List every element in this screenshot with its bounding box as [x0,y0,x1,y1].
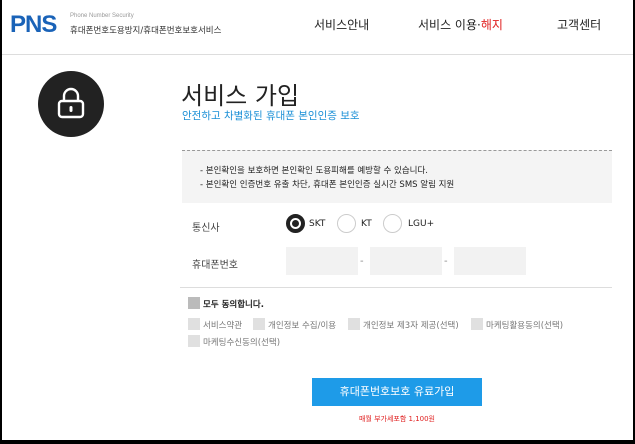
agree-third-party-checkbox[interactable] [348,318,360,330]
agree-privacy-collect-label[interactable]: 개인정보 수집/이용 [268,319,336,331]
agree-all-checkbox[interactable] [188,297,200,309]
agree-all-label[interactable]: 모두 동의합니다. [203,298,264,310]
carrier-skt-label[interactable]: SKT [309,219,325,229]
agree-terms-label[interactable]: 서비스약관 [203,319,242,331]
page: PNS Phone Number Security 휴대폰번호도용방지/휴대폰번… [0,0,633,440]
nav-support[interactable]: 고객센터 [557,16,601,33]
carrier-lgu-radio[interactable] [383,214,402,233]
agree-marketing-receive-checkbox[interactable] [188,335,200,347]
nav-service-use-cancel[interactable]: 서비스 이용·해지 [418,16,503,33]
phone-label: 휴대폰번호 [192,260,238,271]
carrier-kt-radio[interactable] [337,214,356,233]
logo-tagline-en: Phone Number Security [70,13,134,19]
notice-line-2: - 본인확인 인증번호 유출 차단, 휴대폰 본인인증 실시간 SMS 알림 지… [200,180,455,190]
nav-cancel-label: 해지 [480,18,503,32]
agree-marketing-receive-label[interactable]: 마케팅수신동의(선택) [203,336,280,348]
nav-service-info[interactable]: 서비스안내 [314,16,369,33]
carrier-skt-radio[interactable] [286,214,305,233]
phone-field-2[interactable] [370,247,442,275]
join-button[interactable]: 휴대폰번호보호 유료가입 [312,378,482,406]
lock-badge [38,71,104,137]
agree-marketing-use-label[interactable]: 마케팅활용동의(선택) [486,319,563,331]
carrier-kt-label[interactable]: KT [361,219,372,229]
agree-privacy-collect-checkbox[interactable] [253,318,265,330]
pns-logo[interactable]: PNS [10,11,57,39]
price-note: 매월 부가세포함 1,100원 [358,415,435,423]
nav-service-use-label: 서비스 이용· [418,18,481,32]
carrier-label: 통신사 [192,223,220,234]
carrier-lgu-label[interactable]: LGU+ [408,219,434,229]
notice-line-1: - 본인확인을 보호하면 본인확인 도용피해를 예방할 수 있습니다. [200,166,429,176]
page-title: 서비스 가입 [181,82,300,110]
logo-tagline-ko: 휴대폰번호도용방지/휴대폰번호보호서비스 [70,26,222,36]
notice-box: - 본인확인을 보호하면 본인확인 도용피해를 예방할 수 있습니다. - 본인… [182,150,612,203]
site-header: PNS Phone Number Security 휴대폰번호도용방지/휴대폰번… [2,0,633,55]
divider [180,287,612,288]
agree-terms-checkbox[interactable] [188,318,200,330]
phone-dash-2: - [444,256,448,267]
lock-icon [57,87,85,119]
agree-third-party-label[interactable]: 개인정보 제3자 제공(선택) [363,319,459,331]
agree-marketing-use-checkbox[interactable] [471,318,483,330]
phone-field-3[interactable] [454,247,526,275]
phone-dash-1: - [360,256,364,267]
phone-field-1[interactable] [286,247,358,275]
page-subtitle: 안전하고 차별화된 휴대폰 본인인증 보호 [182,110,360,122]
